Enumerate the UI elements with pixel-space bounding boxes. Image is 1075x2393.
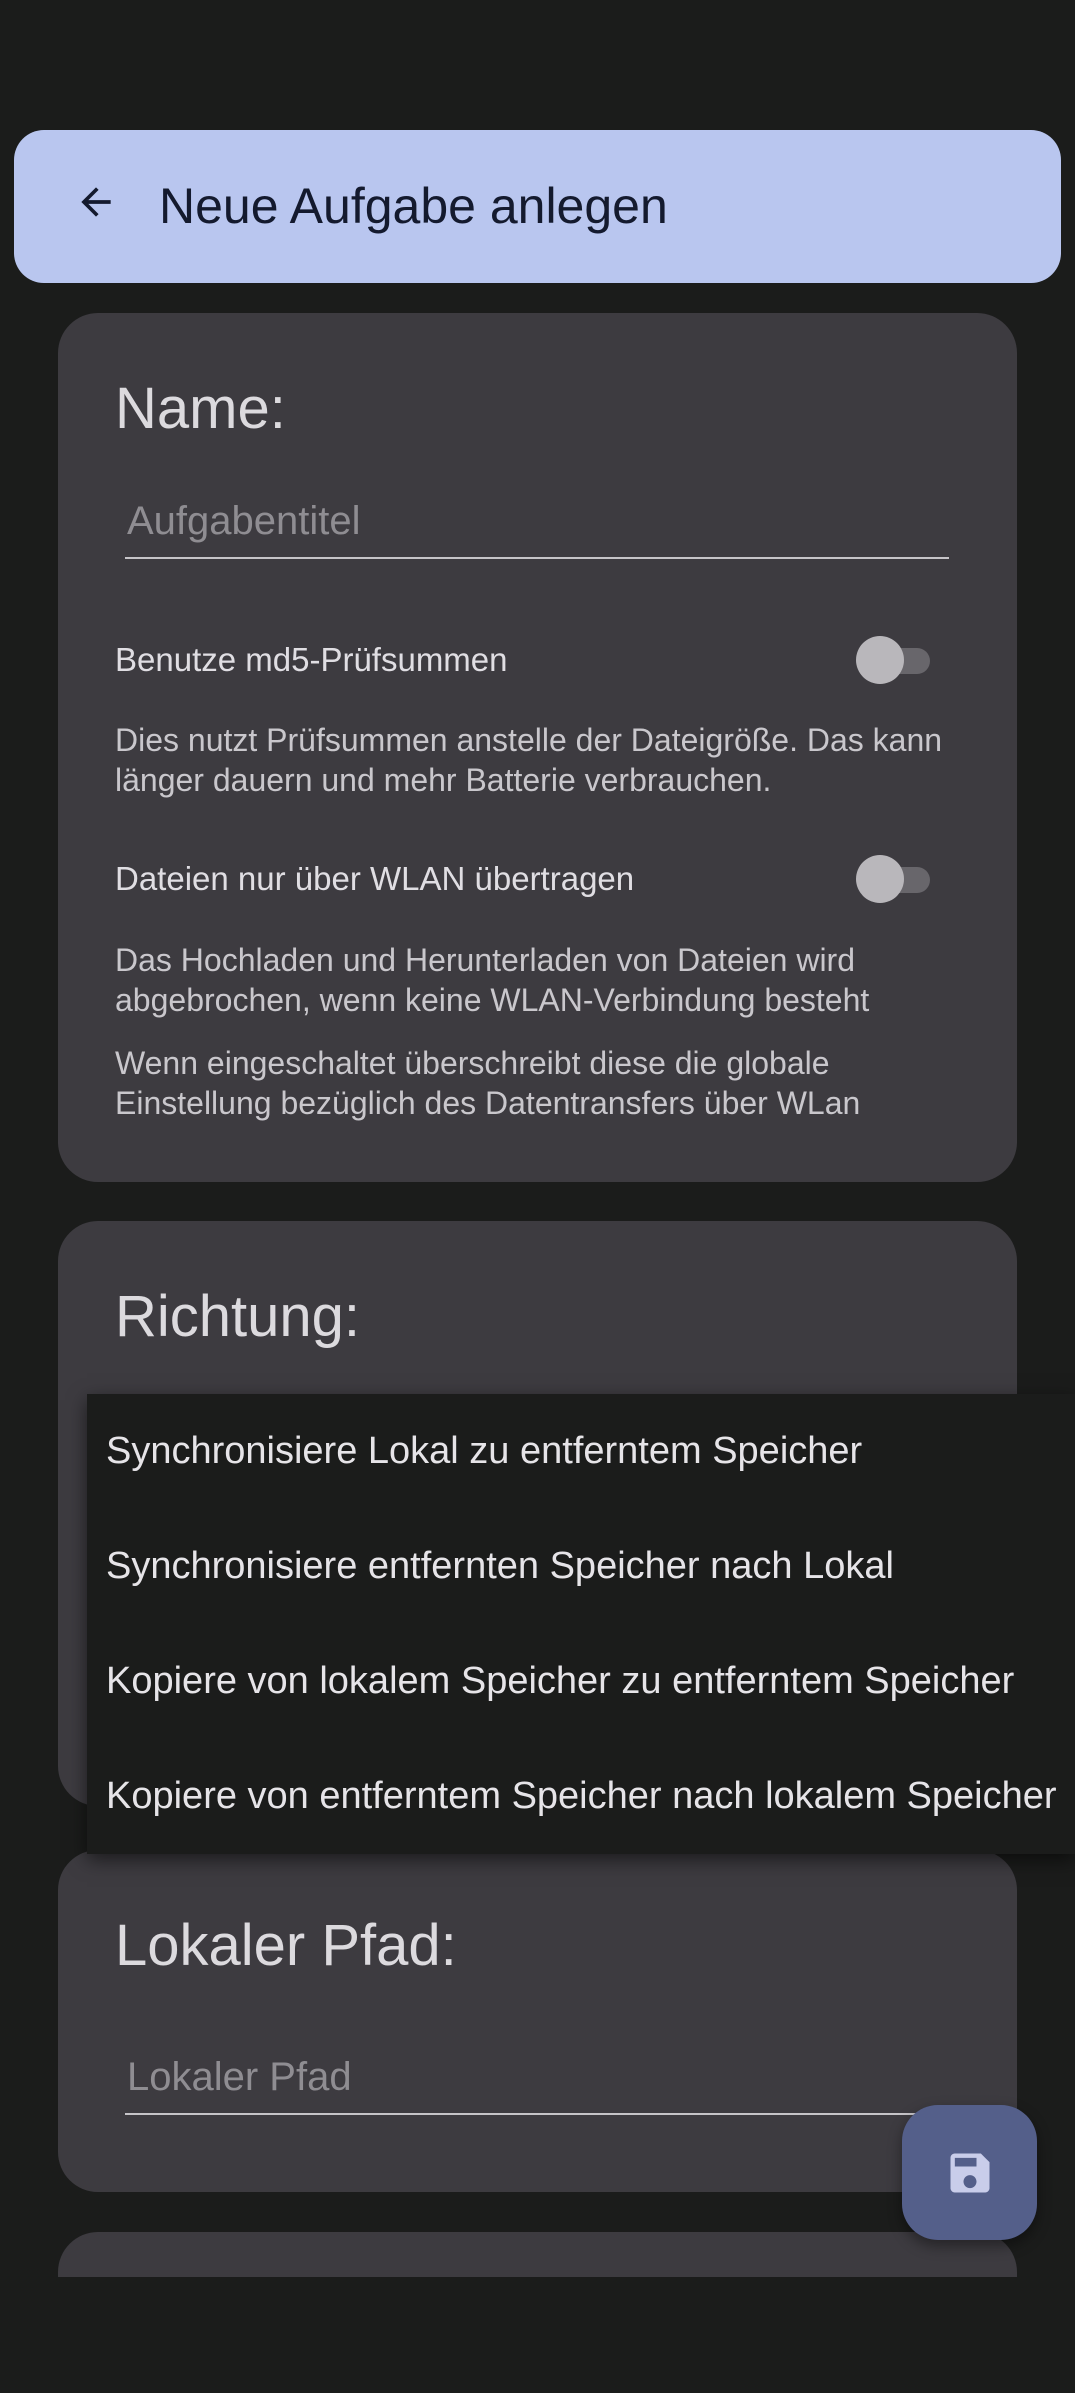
save-button[interactable]	[902, 2105, 1037, 2240]
next-card	[58, 2232, 1017, 2277]
md5-switch-label: Benutze md5-Prüfsummen	[115, 641, 508, 678]
back-button[interactable]	[68, 174, 124, 230]
local-path-card-title: Lokaler Pfad:	[115, 1913, 457, 1978]
wifi-switch-description: Das Hochladen und Herunterladen von Date…	[115, 942, 870, 1018]
top-app-bar: Neue Aufgabe anlegen	[14, 130, 1061, 283]
direction-option-sync-local-to-remote[interactable]: Synchronisiere Lokal zu entferntem Speic…	[106, 1394, 862, 1509]
direction-option-copy-remote-to-local[interactable]: Kopiere von entferntem Speicher nach lok…	[106, 1739, 1057, 1854]
name-card: Name: Benutze md5-Prüfsummen Dies nutzt …	[58, 313, 1017, 1182]
local-path-input[interactable]	[125, 2041, 949, 2115]
local-path-card: Lokaler Pfad:	[58, 1850, 1017, 2192]
save-icon	[950, 2153, 989, 2192]
wifi-switch-label: Dateien nur über WLAN übertragen	[115, 860, 635, 897]
page-title: Neue Aufgabe anlegen	[159, 178, 668, 234]
task-title-input[interactable]	[125, 485, 949, 559]
switch-thumb	[856, 855, 904, 903]
direction-card-title: Richtung:	[115, 1284, 361, 1349]
name-card-title: Name:	[115, 376, 286, 441]
switch-thumb	[856, 636, 904, 684]
md5-checksum-switch[interactable]	[856, 635, 934, 685]
wifi-switch-note: Wenn eingeschaltet überschreibt diese di…	[115, 1045, 861, 1121]
md5-switch-description: Dies nutzt Prüfsummen anstelle der Datei…	[115, 722, 943, 798]
direction-option-sync-remote-to-local[interactable]: Synchronisiere entfernten Speicher nach …	[106, 1509, 894, 1624]
direction-option-copy-local-to-remote[interactable]: Kopiere von lokalem Speicher zu entfernt…	[106, 1624, 1014, 1739]
arrow-left-icon	[81, 187, 111, 217]
wifi-only-switch[interactable]	[856, 854, 934, 904]
direction-dropdown-menu: Synchronisiere Lokal zu entferntem Speic…	[87, 1394, 1075, 1854]
